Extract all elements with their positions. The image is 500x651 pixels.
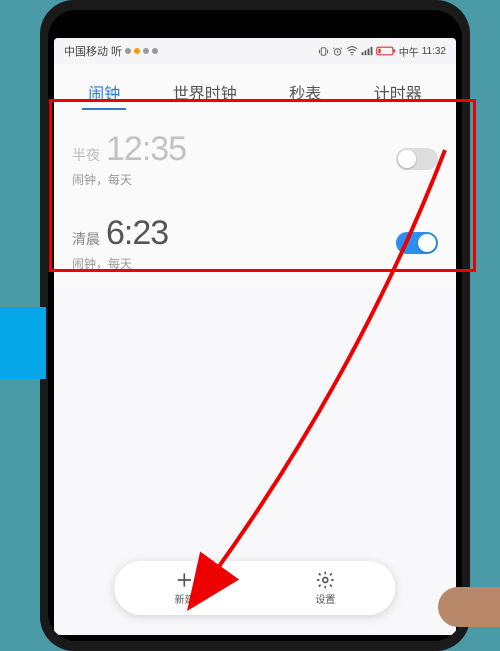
alarm-time: 12:35	[106, 130, 186, 169]
tab-timer[interactable]: 计时器	[368, 76, 428, 110]
vibrate-icon	[318, 46, 329, 57]
gear-icon	[315, 570, 335, 590]
alarm-sub: 闹钟，每天	[72, 255, 396, 272]
status-dot	[125, 48, 131, 54]
new-label: 新建	[175, 591, 195, 606]
alarm-row[interactable]: 半夜 12:35 闹钟，每天	[54, 118, 456, 202]
screen: 中国移动 听 中午 11:32 闹钟	[54, 38, 456, 635]
battery-icon	[376, 46, 396, 56]
alarm-time: 6:23	[106, 214, 168, 253]
bottom-bar: 新建 设置	[114, 561, 395, 615]
settings-button[interactable]: 设置	[315, 570, 335, 606]
tab-stopwatch[interactable]: 秒表	[283, 76, 327, 110]
status-bar: 中国移动 听 中午 11:32	[54, 38, 456, 64]
status-dot	[143, 48, 149, 54]
status-dot	[152, 48, 158, 54]
alarm-period: 清晨	[72, 229, 100, 249]
plus-icon	[175, 570, 195, 590]
alarm-period: 半夜	[72, 145, 100, 165]
alarm-sub: 闹钟，每天	[72, 171, 396, 188]
alarm-toggle[interactable]	[396, 232, 438, 254]
annotation-blue-box	[0, 307, 46, 379]
settings-label: 设置	[315, 591, 335, 606]
carrier-ext: 听	[111, 43, 122, 59]
tab-world[interactable]: 世界时钟	[167, 76, 243, 110]
alarm-row[interactable]: 清晨 6:23 闹钟，每天	[54, 202, 456, 286]
alarm-toggle[interactable]	[396, 148, 438, 170]
alarm-icon	[332, 46, 343, 57]
status-ampm: 中午	[399, 44, 419, 59]
new-button[interactable]: 新建	[175, 570, 195, 606]
tab-bar: 闹钟 世界时钟 秒表 计时器	[54, 64, 456, 118]
carrier-label: 中国移动	[64, 43, 108, 59]
hand	[438, 587, 500, 627]
tab-alarm[interactable]: 闹钟	[82, 76, 126, 110]
alarm-list: 半夜 12:35 闹钟，每天 清晨 6:23 闹钟，每天	[54, 118, 456, 635]
status-dot	[134, 48, 140, 54]
status-time: 11:32	[422, 46, 446, 57]
signal-icon	[361, 46, 373, 56]
wifi-icon	[346, 46, 358, 56]
